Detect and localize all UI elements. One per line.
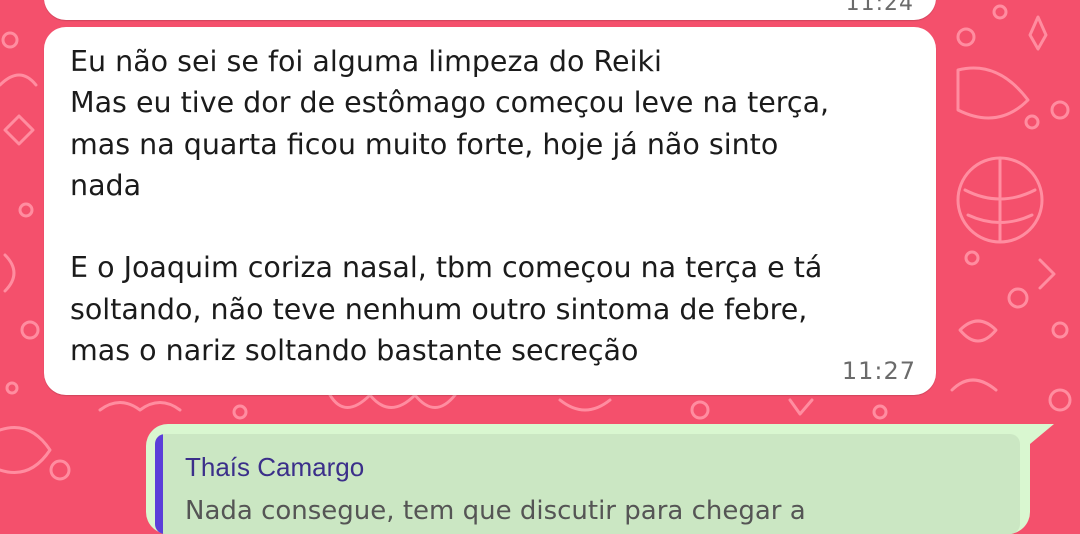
previous-message-time: 11:24 (845, 0, 914, 16)
outgoing-bubble-tail (1030, 424, 1054, 444)
quoted-reply[interactable]: Thaís Camargo Nada consegue, tem que dis… (155, 434, 1020, 534)
message-time: 11:27 (841, 357, 916, 385)
quoted-author: Thaís Camargo (185, 452, 365, 482)
quoted-snippet: Nada consegue, tem que discutir para che… (185, 496, 806, 526)
incoming-message-bubble[interactable]: Eu não sei se foi alguma limpeza do Reik… (44, 27, 936, 395)
quote-accent-bar (155, 434, 163, 534)
previous-message-bubble[interactable]: 11:24 (44, 0, 936, 20)
message-text: Eu não sei se foi alguma limpeza do Reik… (70, 45, 830, 368)
outgoing-message-bubble[interactable]: Thaís Camargo Nada consegue, tem que dis… (146, 424, 1030, 534)
